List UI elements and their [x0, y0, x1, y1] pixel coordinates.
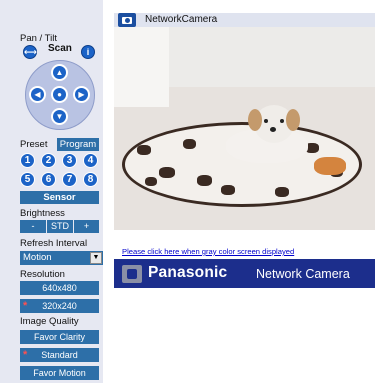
refresh-interval-value: Motion	[23, 252, 52, 263]
preset-7-button[interactable]: 7	[62, 172, 77, 187]
arrow-up-icon[interactable]: ▲	[51, 64, 68, 81]
image-quality-label: Image Quality	[20, 316, 79, 327]
scan-label: Scan	[48, 43, 72, 54]
resolution-label: Resolution	[20, 269, 65, 280]
resolution-640x480-button[interactable]: 640x480	[20, 281, 99, 295]
quality-favor-clarity-button[interactable]: Favor Clarity	[20, 330, 99, 344]
selected-star-icon: *	[23, 300, 28, 312]
preset-5-button[interactable]: 5	[20, 172, 35, 187]
app-title: NetworkCamera	[145, 14, 218, 25]
camera-live-image	[114, 27, 375, 230]
preset-4-button[interactable]: 4	[83, 153, 98, 168]
quality-favor-clarity-label: Favor Clarity	[33, 332, 85, 342]
panasonic-logo-icon	[122, 265, 142, 283]
sensor-button[interactable]: Sensor	[20, 191, 99, 204]
gray-screen-help-link[interactable]: Please click here when gray color screen…	[122, 247, 294, 256]
scan-left-icon[interactable]: ⟷	[23, 45, 37, 59]
preset-2-button[interactable]: 2	[41, 153, 56, 168]
arrow-down-icon[interactable]: ▼	[51, 108, 68, 125]
preset-8-button[interactable]: 8	[83, 172, 98, 187]
brand-name: Panasonic	[148, 264, 228, 281]
preset-6-button[interactable]: 6	[41, 172, 56, 187]
brand-banner: Panasonic Network Camera	[114, 259, 375, 288]
arrow-left-icon[interactable]: ◀	[29, 86, 46, 103]
resolution-320x240-label: 320x240	[42, 301, 77, 311]
preset-label: Preset	[20, 139, 48, 150]
brightness-label: Brightness	[20, 208, 65, 219]
camera-icon	[118, 13, 136, 27]
product-name: Network Camera	[256, 267, 350, 281]
pan-tilt-pad: ▲ ◀ ● ▶ ▼	[25, 60, 95, 130]
brightness-plus-button[interactable]: +	[74, 220, 99, 233]
refresh-interval-select[interactable]: Motion ▼	[20, 251, 103, 265]
title-bar: NetworkCamera	[114, 13, 375, 27]
brightness-minus-button[interactable]: -	[20, 220, 46, 233]
quality-standard-label: Standard	[41, 350, 78, 360]
brightness-std-button[interactable]: STD	[47, 220, 73, 233]
dropdown-arrow-icon[interactable]: ▼	[90, 252, 102, 264]
selected-star-icon: *	[23, 349, 28, 361]
info-icon[interactable]: i	[81, 45, 95, 59]
app-window: Pan / Tilt ⟷ Scan i ▲ ◀ ● ▶ ▼ Preset Pro…	[0, 0, 375, 383]
preset-1-button[interactable]: 1	[20, 153, 35, 168]
control-sidebar: Pan / Tilt ⟷ Scan i ▲ ◀ ● ▶ ▼ Preset Pro…	[0, 0, 103, 383]
resolution-640x480-label: 640x480	[42, 283, 77, 293]
program-button[interactable]: Program	[57, 138, 99, 151]
preset-3-button[interactable]: 3	[62, 153, 77, 168]
quality-favor-motion-label: Favor Motion	[33, 368, 86, 378]
quality-standard-button[interactable]: * Standard	[20, 348, 99, 362]
quality-favor-motion-button[interactable]: Favor Motion	[20, 366, 99, 380]
arrow-right-icon[interactable]: ▶	[73, 86, 90, 103]
refresh-interval-label: Refresh Interval	[20, 238, 88, 249]
resolution-320x240-button[interactable]: * 320x240	[20, 299, 99, 313]
home-icon[interactable]: ●	[51, 86, 68, 103]
